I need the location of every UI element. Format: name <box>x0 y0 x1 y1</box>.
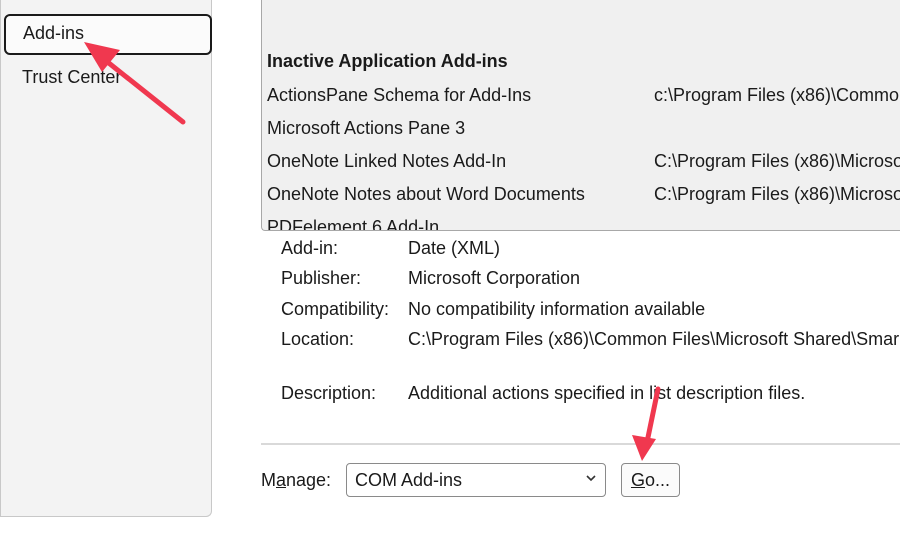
addin-location: C:\Program Files (x86)\Microso <box>654 184 900 204</box>
addin-name: Microsoft Actions Pane 3 <box>267 118 466 138</box>
detail-value: No compatibility information available <box>408 299 706 319</box>
detail-label: Compatibility: <box>281 299 390 319</box>
list-item[interactable]: OneNote Linked Notes Add-In C:\Program F… <box>267 151 900 172</box>
detail-label: Publisher: <box>281 268 362 288</box>
go-button[interactable]: Go... <box>621 463 680 497</box>
detail-location: Location: C:\Program Files (x86)\Common … <box>281 329 899 350</box>
list-item[interactable]: OneNote Notes about Word Documents C:\Pr… <box>267 184 900 205</box>
list-item[interactable]: Microsoft Actions Pane 3 <box>267 118 465 139</box>
addin-name: PDFelement 6 Add-In <box>267 217 440 231</box>
arrow-annotation-icon <box>632 386 661 461</box>
section-heading: Inactive Application Add-ins <box>267 51 508 71</box>
detail-publisher: Publisher: Microsoft Corporation <box>281 268 580 289</box>
addins-list[interactable]: Inactive Application Add-ins ActionsPane… <box>261 0 900 231</box>
detail-description: Description: Additional actions specifie… <box>281 383 805 404</box>
detail-label: Location: <box>281 329 355 349</box>
addin-location: c:\Program Files (x86)\Common <box>654 85 900 105</box>
manage-selected-option: COM Add-ins <box>355 470 463 490</box>
addin-name: OneNote Linked Notes Add-In <box>267 151 507 171</box>
arrow-annotation-icon <box>84 42 186 125</box>
detail-addin: Add-in: Date (XML) <box>281 238 500 259</box>
addin-name: OneNote Notes about Word Documents <box>267 184 585 204</box>
addin-location: C:\Program Files (x86)\Microso <box>654 151 900 171</box>
detail-label: Add-in: <box>281 238 339 258</box>
detail-label: Description: <box>281 383 377 403</box>
list-item[interactable]: ActionsPane Schema for Add-Ins c:\Progra… <box>267 85 900 106</box>
list-item[interactable]: PDFelement 6 Add-In <box>267 217 440 231</box>
detail-value: Additional actions specified in list des… <box>408 383 806 403</box>
divider <box>261 443 900 445</box>
chevron-down-icon <box>586 475 596 482</box>
detail-value: C:\Program Files (x86)\Common Files\Micr… <box>408 329 900 349</box>
detail-value: Microsoft Corporation <box>408 268 581 288</box>
manage-select[interactable]: COM Add-ins <box>346 463 606 497</box>
detail-value: Date (XML) <box>408 238 501 258</box>
addin-name: ActionsPane Schema for Add-Ins <box>267 85 532 105</box>
sidebar-item-label: Add-ins <box>23 23 85 43</box>
detail-compatibility: Compatibility: No compatibility informat… <box>281 299 705 320</box>
manage-label: Manage: <box>261 470 332 490</box>
